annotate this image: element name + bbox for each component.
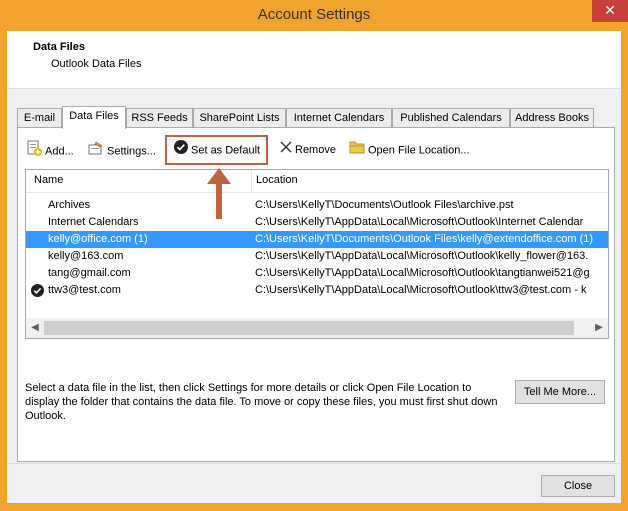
column-divider[interactable]: [251, 170, 252, 193]
settings-button[interactable]: Settings...: [88, 140, 156, 160]
list-item[interactable]: Internet Calendars C:\Users\KellyT\AppDa…: [26, 214, 608, 231]
folder-icon: [349, 140, 365, 161]
scrollbar-thumb[interactable]: [44, 321, 574, 335]
window-title: Account Settings: [257, 6, 371, 23]
data-files-panel: Add... Settings... Set as Default Remove: [17, 127, 615, 462]
add-file-icon: [26, 140, 42, 163]
close-button[interactable]: Close: [541, 475, 615, 497]
tab-email[interactable]: E-mail: [17, 108, 62, 128]
data-files-list[interactable]: Name Location Archives C:\Users\KellyT\D…: [25, 169, 609, 339]
open-file-location-label: Open File Location...: [368, 144, 470, 157]
tab-address-books[interactable]: Address Books: [510, 108, 594, 128]
list-item[interactable]: kelly@163.com C:\Users\KellyT\AppData\Lo…: [26, 248, 608, 265]
scroll-left-icon[interactable]: ◀: [26, 318, 44, 338]
list-item[interactable]: tang@gmail.com C:\Users\KellyT\AppData\L…: [26, 265, 608, 282]
remove-x-icon: [280, 140, 292, 160]
file-name: kelly@163.com: [48, 250, 124, 262]
tell-me-more-button[interactable]: Tell Me More...: [515, 380, 605, 404]
account-settings-window: Account Settings ✕ Data Files Outlook Da…: [0, 0, 628, 511]
add-button-label: Add...: [45, 145, 74, 158]
add-button[interactable]: Add...: [26, 140, 74, 160]
file-name: Internet Calendars: [48, 216, 139, 228]
list-header: Name Location: [26, 170, 608, 193]
tab-published-calendars[interactable]: Published Calendars: [392, 108, 510, 128]
file-name: Archives: [48, 199, 91, 211]
file-location: C:\Users\KellyT\AppData\Local\Microsoft\…: [255, 250, 589, 262]
settings-button-label: Settings...: [107, 145, 156, 158]
title-bar[interactable]: Account Settings ✕: [0, 0, 628, 31]
column-header-location[interactable]: Location: [256, 174, 298, 186]
file-name: tang@gmail.com: [48, 267, 131, 279]
column-header-name[interactable]: Name: [34, 174, 63, 186]
tab-rss-feeds[interactable]: RSS Feeds: [126, 108, 193, 128]
list-item[interactable]: Archives C:\Users\KellyT\Documents\Outlo…: [26, 197, 608, 214]
list-item-selected[interactable]: kelly@office.com (1) C:\Users\KellyT\Doc…: [26, 231, 608, 248]
file-name: ttw3@test.com: [48, 284, 121, 296]
file-name: kelly@office.com (1): [48, 233, 148, 245]
file-location: C:\Users\KellyT\AppData\Local\Microsoft\…: [255, 216, 584, 228]
list-item[interactable]: ttw3@test.com C:\Users\KellyT\AppData\Lo…: [26, 282, 608, 299]
horizontal-scrollbar[interactable]: ◀ ▶: [26, 318, 608, 338]
file-location: C:\Users\KellyT\AppData\Local\Microsoft\…: [255, 267, 590, 279]
set-as-default-label: Set as Default: [191, 144, 261, 157]
tab-strip: E-mail Data Files RSS Feeds SharePoint L…: [17, 106, 617, 129]
header-title: Data Files: [33, 41, 85, 53]
help-description: Select a data file in the list, then cli…: [25, 382, 498, 422]
file-location: C:\Users\KellyT\Documents\Outlook Files\…: [255, 199, 514, 211]
header-subtitle: Outlook Data Files: [51, 58, 142, 70]
tab-data-files[interactable]: Data Files: [62, 106, 126, 129]
file-location: C:\Users\KellyT\AppData\Local\Microsoft\…: [255, 284, 587, 296]
default-check-icon: [31, 284, 44, 303]
tab-sharepoint-lists[interactable]: SharePoint Lists: [193, 108, 286, 128]
dialog-footer: Close: [7, 463, 621, 503]
dialog-header: Data Files Outlook Data Files: [7, 31, 621, 89]
annotation-arrow-icon: [207, 168, 231, 219]
open-file-location-button[interactable]: Open File Location...: [349, 140, 470, 160]
settings-icon: [88, 140, 104, 163]
remove-button[interactable]: Remove: [280, 140, 336, 160]
scroll-right-icon[interactable]: ▶: [590, 318, 608, 338]
tab-internet-calendars[interactable]: Internet Calendars: [286, 108, 392, 128]
remove-button-label: Remove: [295, 144, 336, 156]
checkmark-circle-icon: [174, 140, 188, 161]
dialog-client: Data Files Outlook Data Files E-mail Dat…: [7, 31, 621, 503]
file-location: C:\Users\KellyT\Documents\Outlook Files\…: [255, 233, 594, 245]
set-as-default-button[interactable]: Set as Default: [174, 140, 260, 160]
window-close-button[interactable]: ✕: [592, 0, 628, 22]
